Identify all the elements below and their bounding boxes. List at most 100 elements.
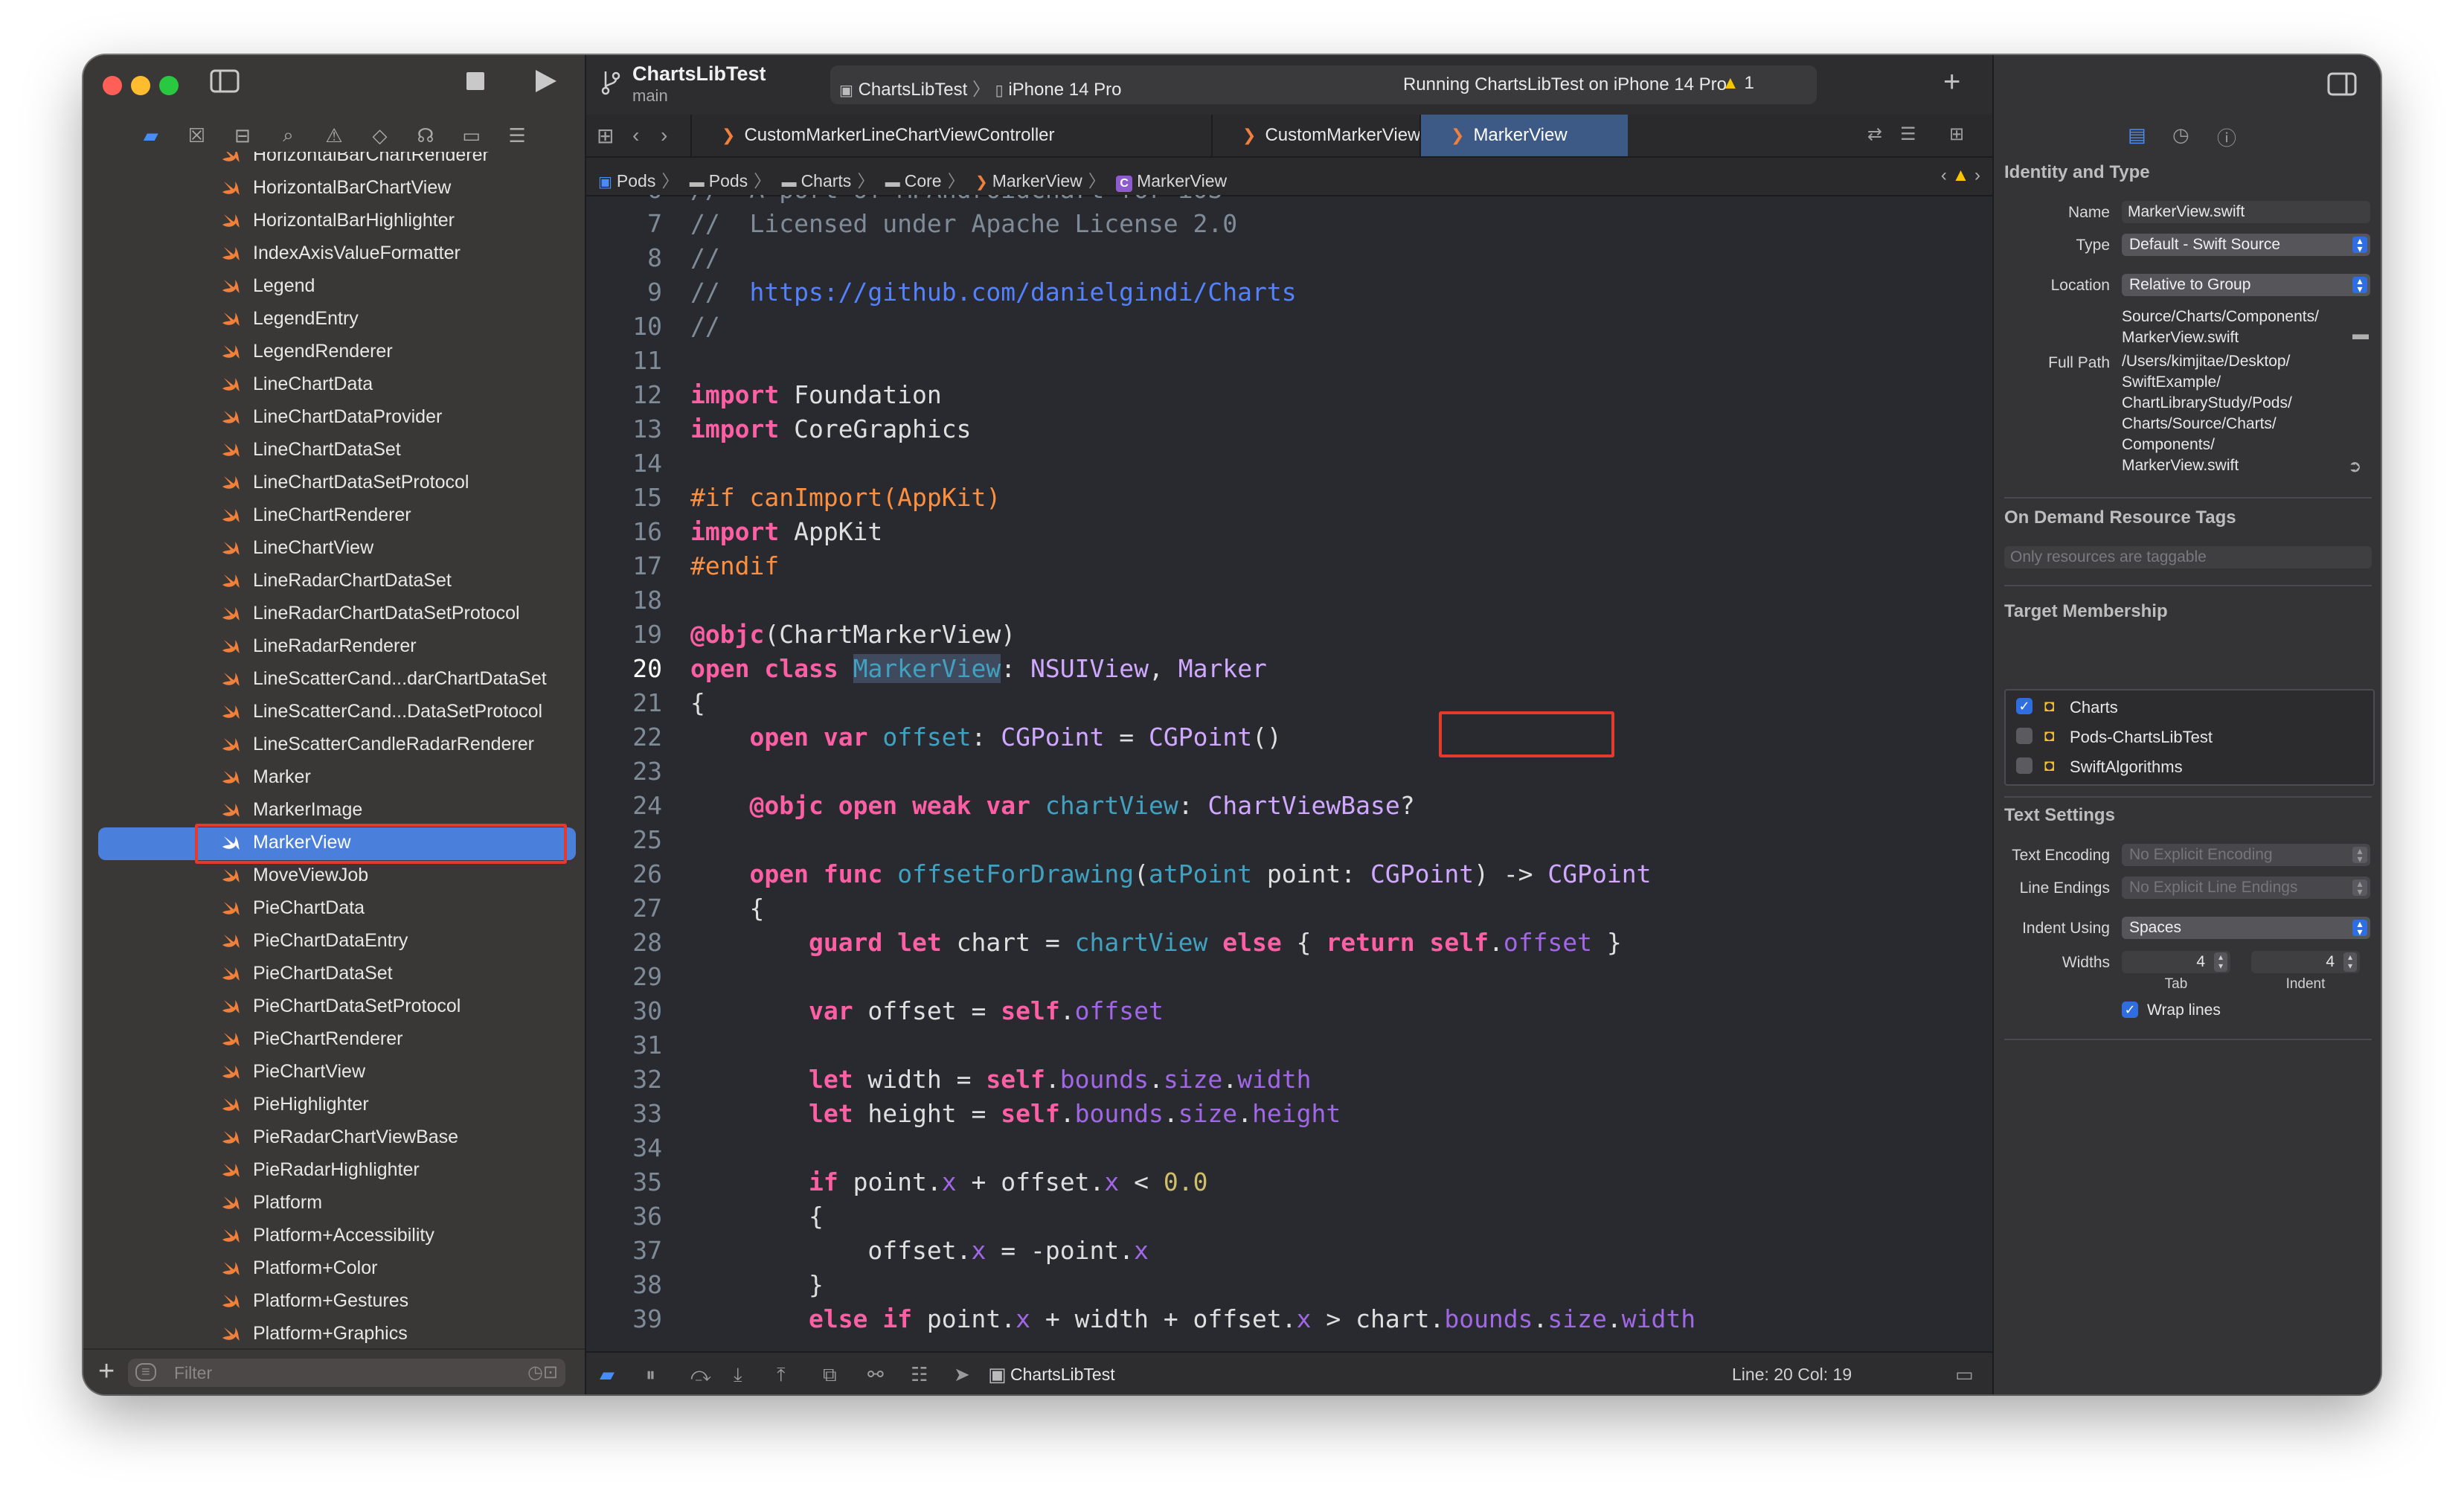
file-list-item[interactable]: LineScatterCand...DataSetProtocol xyxy=(98,696,576,729)
tab-custom-marker-view[interactable]: ❯ CustomMarkerView xyxy=(1211,115,1420,156)
tab-width-stepper[interactable]: 4 ▴ ▾ xyxy=(2122,951,2230,973)
folder-icon[interactable]: ▰ xyxy=(138,124,164,147)
back-icon[interactable]: ‹ xyxy=(632,124,639,147)
code-line[interactable]: 18 xyxy=(586,583,1994,618)
minimize-window-button[interactable] xyxy=(131,76,150,95)
file-inspector-icon[interactable]: ▤ xyxy=(2128,124,2146,147)
breakpoint-icon[interactable]: ▭ xyxy=(458,124,485,147)
file-list-item[interactable]: MarkerImage xyxy=(98,795,576,827)
file-list-item[interactable]: LegendRenderer xyxy=(98,336,576,369)
code-line[interactable]: 9 // https://github.com/danielgindi/Chart… xyxy=(586,275,1994,310)
reveal-arrow-icon[interactable]: ➲ xyxy=(2348,457,2361,476)
folder-icon[interactable]: ▬ xyxy=(2352,324,2369,344)
code-line[interactable]: 6 // A port of MPAndroidChart for iOS xyxy=(586,195,1994,207)
help-icon[interactable]: ⓘ xyxy=(2217,124,2236,151)
code-line[interactable]: 25 xyxy=(586,823,1994,857)
code-line[interactable]: 26 open func offsetForDrawing(atPoint po… xyxy=(586,857,1994,891)
chevron-left-icon[interactable]: ‹ xyxy=(1941,165,1947,185)
memory-graph-icon[interactable]: ⚯ xyxy=(867,1363,884,1386)
code-line[interactable]: 14 xyxy=(586,446,1994,481)
code-line[interactable]: 33 let height = self.bounds.size.height xyxy=(586,1097,1994,1131)
code-line[interactable]: 13 import CoreGraphics xyxy=(586,412,1994,446)
code-line[interactable]: 7 // Licensed under Apache License 2.0 xyxy=(586,207,1994,241)
code-line[interactable]: 19 @objc(ChartMarkerView) xyxy=(586,618,1994,652)
file-list-item[interactable]: LineChartDataSet xyxy=(98,435,576,467)
plus-icon[interactable]: + xyxy=(1943,65,1960,99)
file-list-item[interactable]: LineRadarRenderer xyxy=(98,631,576,664)
code-line[interactable]: 24 @objc open weak var chartView: ChartV… xyxy=(586,789,1994,823)
step-over-icon[interactable]: ⤼ xyxy=(690,1363,711,1387)
recent-files-icon[interactable]: ◷⊡ xyxy=(527,1362,558,1383)
chevron-right-icon[interactable]: › xyxy=(1974,165,1980,185)
code-line[interactable]: 29 xyxy=(586,960,1994,994)
find-icon[interactable]: ⌕ xyxy=(275,124,301,147)
source-control-icon[interactable]: ☒ xyxy=(183,124,210,147)
target-checkbox[interactable] xyxy=(2016,728,2033,744)
code-line[interactable]: 39 else if point.x + width + offset.x > … xyxy=(586,1302,1994,1336)
code-line[interactable]: 37 offset.x = -point.x xyxy=(586,1234,1994,1268)
breadcrumb-item[interactable]: MarkerView xyxy=(992,171,1082,190)
file-list-item[interactable]: Platform+Accessibility xyxy=(98,1220,576,1253)
history-icon[interactable]: ◷ xyxy=(2172,124,2189,147)
encoding-popup[interactable]: No Explicit Encoding ▴ ▾ xyxy=(2122,844,2370,866)
debug-area-toggle-icon[interactable]: ▭ xyxy=(1955,1363,1974,1386)
file-list-item[interactable]: PieChartDataSetProtocol xyxy=(98,991,576,1024)
report-icon[interactable]: ☰ xyxy=(504,124,530,147)
file-list-item[interactable]: PieChartRenderer xyxy=(98,1024,576,1057)
line-endings-popup[interactable]: No Explicit Line Endings ▴ ▾ xyxy=(2122,877,2370,899)
file-list-item[interactable]: Platform xyxy=(98,1188,576,1220)
branch-name[interactable]: main xyxy=(632,86,668,106)
code-line[interactable]: 23 xyxy=(586,754,1994,789)
code-line[interactable]: 11 xyxy=(586,344,1994,378)
file-list-item[interactable]: PieRadarChartViewBase xyxy=(98,1122,576,1155)
symbol-icon[interactable]: ⊟ xyxy=(229,124,256,147)
view-hierarchy-icon[interactable]: ⧉ xyxy=(823,1363,837,1387)
code-line[interactable]: 30 var offset = self.offset xyxy=(586,994,1994,1028)
breadcrumb-item[interactable]: MarkerView xyxy=(1137,171,1227,190)
issue-navigation[interactable]: ‹ ▲ › xyxy=(1941,165,1980,186)
odr-tags-field[interactable]: Only resources are taggable xyxy=(2004,546,2372,568)
target-checkbox[interactable] xyxy=(2016,757,2033,774)
indent-width-stepper[interactable]: 4 ▴ ▾ xyxy=(2251,951,2360,973)
file-list-item[interactable]: LineScatterCand...darChartDataSet xyxy=(98,664,576,696)
file-list-item[interactable]: MoveViewJob xyxy=(98,860,576,893)
source-editor[interactable]: 6 // A port of MPAndroidChart for iOS 7 // … xyxy=(586,195,1994,1345)
breadcrumb-item[interactable]: Pods xyxy=(617,171,655,190)
file-list-item[interactable]: PieChartDataSet xyxy=(98,958,576,991)
file-list-item[interactable]: PieChartView xyxy=(98,1057,576,1089)
file-list-item[interactable]: PieRadarHighlighter xyxy=(98,1155,576,1188)
indent-using-popup[interactable]: Spaces ▴ ▾ xyxy=(2122,917,2370,939)
split-editor-icon[interactable]: ⊞ xyxy=(1949,124,1964,145)
code-line[interactable]: 10 // xyxy=(586,310,1994,344)
file-list-item[interactable]: Marker xyxy=(98,762,576,795)
play-icon[interactable] xyxy=(533,68,558,100)
inspector-toggle-icon[interactable] xyxy=(2327,71,2357,100)
target-checkbox[interactable]: ✓ xyxy=(2016,698,2033,714)
code-line[interactable]: 27 { xyxy=(586,891,1994,926)
code-line[interactable]: 8 // xyxy=(586,241,1994,275)
code-line[interactable]: 12 import Foundation xyxy=(586,378,1994,412)
name-field[interactable]: MarkerView.swift xyxy=(2122,201,2370,223)
sync-icon[interactable]: ⇄ xyxy=(1867,124,1882,145)
code-line[interactable]: 31 xyxy=(586,1028,1994,1063)
pause-icon[interactable]: ⏸ xyxy=(646,1363,655,1387)
breakpoints-toggle-icon[interactable]: ▰ xyxy=(600,1363,615,1386)
type-popup[interactable]: Default - Swift Source ▴ ▾ xyxy=(2122,234,2370,256)
file-list-item[interactable]: LineRadarChartDataSetProtocol xyxy=(98,598,576,631)
step-out-icon[interactable]: ⤒ xyxy=(777,1363,786,1387)
test-icon[interactable]: ◇ xyxy=(367,124,394,147)
wrap-lines-checkbox[interactable]: ✓ xyxy=(2122,1002,2138,1018)
stepper-arrows-icon[interactable]: ▴ ▾ xyxy=(2343,952,2357,972)
debug-icon[interactable]: ☊ xyxy=(412,124,439,147)
code-line[interactable]: 22 open var offset: CGPoint = CGPoint() xyxy=(586,720,1994,754)
code-line[interactable]: 38 } xyxy=(586,1268,1994,1302)
file-list-item[interactable]: LineChartDataProvider xyxy=(98,402,576,435)
step-in-icon[interactable]: ⤓ xyxy=(734,1363,742,1387)
code-line[interactable]: 32 let width = self.bounds.size.width xyxy=(586,1063,1994,1097)
issue-icon[interactable]: ⚠ xyxy=(321,124,347,147)
code-line[interactable]: 35 if point.x + offset.x < 0.0 xyxy=(586,1165,1994,1199)
file-list-item[interactable]: Legend xyxy=(98,271,576,304)
breadcrumb-item[interactable]: Charts xyxy=(801,171,852,190)
file-list-item[interactable]: PieHighlighter xyxy=(98,1089,576,1122)
breadcrumb-item[interactable]: Core xyxy=(905,171,942,190)
